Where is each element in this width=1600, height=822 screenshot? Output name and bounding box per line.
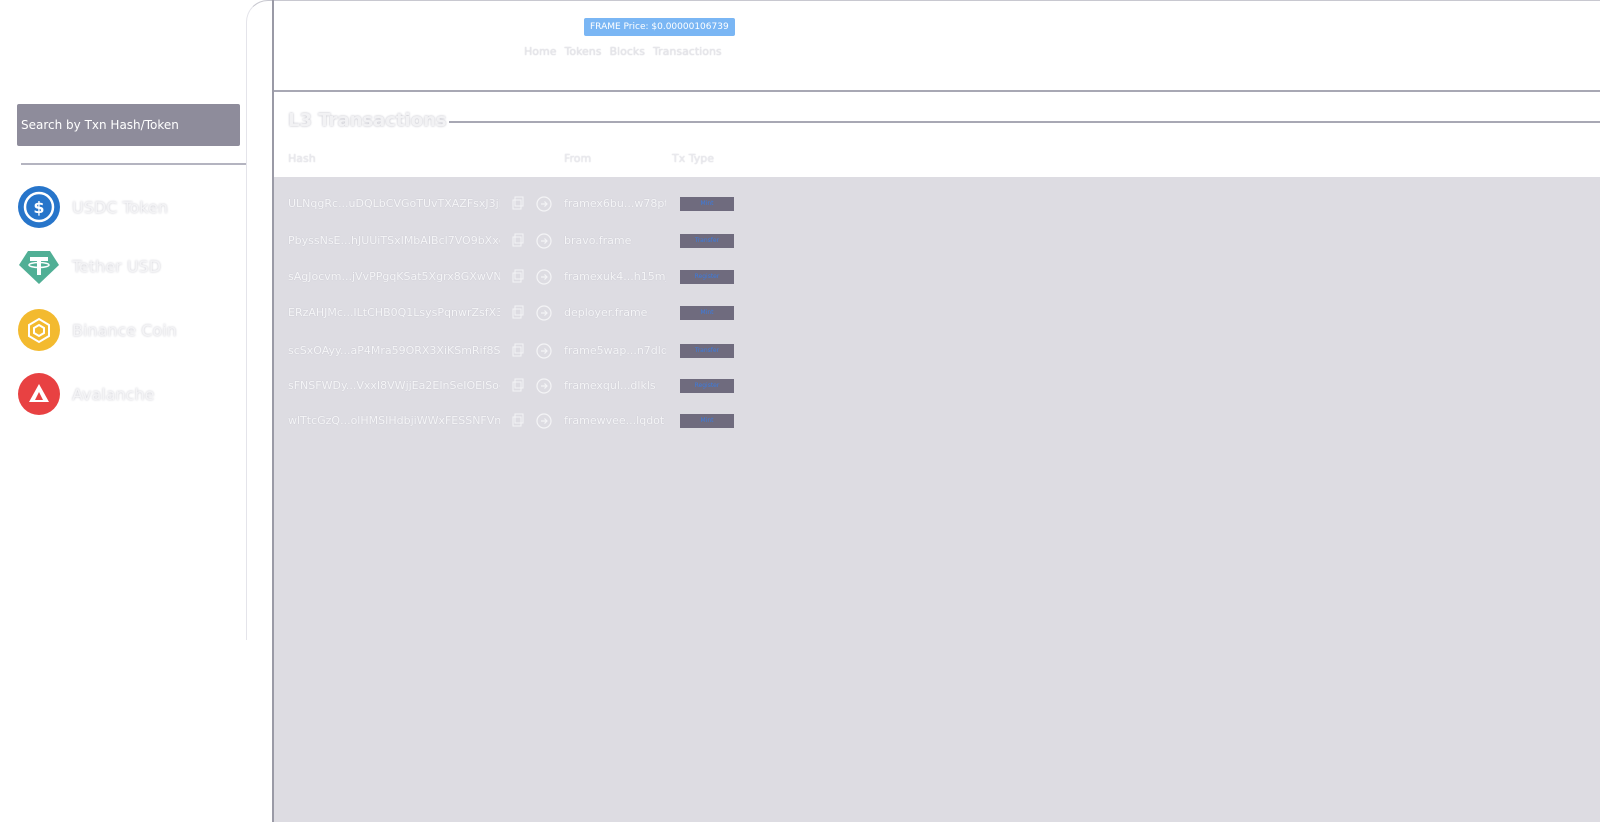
- token-label: Binance Coin: [72, 320, 177, 340]
- sidebar-divider: [21, 163, 246, 165]
- table-row[interactable]: sAgJocvm...jVvPPgqKSat5Xgrx8GXwVNIh fram…: [274, 260, 1600, 296]
- nav-transactions[interactable]: Transactions: [653, 45, 722, 58]
- search-input[interactable]: Search by Txn Hash/Token: [17, 104, 240, 146]
- sidebar: Search by Txn Hash/Token $ USDC Token Te…: [0, 0, 248, 822]
- avalanche-icon: [18, 373, 60, 415]
- header: FRAME Price: $0.00000106739 Home Tokens …: [274, 0, 1600, 92]
- tx-type-badge: Mint: [680, 306, 734, 320]
- tx-hash[interactable]: wlTtcGzQ...olHMSIHdbjiWWxFESSNFVnI: [288, 414, 500, 427]
- svg-text:$: $: [33, 198, 44, 217]
- transactions-table: ULNqgRc...uDQLbCVGoTUvTXAZFsxJ3jI framex…: [274, 177, 1600, 822]
- header-divider: [274, 90, 1600, 92]
- table-row[interactable]: ULNqgRc...uDQLbCVGoTUvTXAZFsxJ3jI framex…: [274, 187, 1600, 223]
- usdc-icon: $: [18, 186, 60, 228]
- column-header-hash: Hash: [288, 152, 316, 165]
- arrow-circle-icon[interactable]: [536, 343, 552, 359]
- nav-blocks[interactable]: Blocks: [610, 45, 645, 58]
- arrow-circle-icon[interactable]: [536, 378, 552, 394]
- title-divider: [449, 121, 1600, 123]
- binance-icon: [18, 309, 60, 351]
- main-panel: FRAME Price: $0.00000106739 Home Tokens …: [272, 0, 1600, 822]
- arrow-circle-icon[interactable]: [536, 196, 552, 212]
- tx-hash[interactable]: sFNSFWDy...VxxI8VWjjEa2EInSeIOElSocp: [288, 379, 500, 392]
- price-badge: FRAME Price: $0.00000106739: [584, 18, 735, 36]
- arrow-circle-icon[interactable]: [536, 233, 552, 249]
- page-title: L3 Transactions: [288, 110, 447, 131]
- tx-hash[interactable]: ULNqgRc...uDQLbCVGoTUvTXAZFsxJ3jI: [288, 197, 500, 210]
- column-header-from: From: [564, 152, 592, 165]
- token-label: Avalanche: [72, 384, 155, 404]
- tx-type-badge: Transfer: [680, 234, 734, 248]
- sidebar-item-tether[interactable]: Tether USD: [18, 244, 238, 288]
- tx-type-badge: Mint: [680, 414, 734, 428]
- token-label: USDC Token: [72, 197, 168, 217]
- tx-hash[interactable]: scSxOAyy...aP4Mra59ORX3XiKSmRif8Sy: [288, 344, 500, 357]
- tx-from[interactable]: framewvee...lqdot: [564, 414, 666, 427]
- copy-icon[interactable]: [512, 269, 524, 283]
- table-row[interactable]: sFNSFWDy...VxxI8VWjjEa2EInSeIOElSocp fra…: [274, 369, 1600, 405]
- nav-bar: Home Tokens Blocks Transactions: [524, 45, 722, 58]
- sidebar-item-avalanche[interactable]: Avalanche: [18, 372, 238, 416]
- app-root: Search by Txn Hash/Token $ USDC Token Te…: [0, 0, 1600, 822]
- tx-type-badge: Mint: [680, 197, 734, 211]
- tx-type-badge: Register: [680, 379, 734, 393]
- tx-hash[interactable]: PbyssNsE...hJUUiTSxIMbAIBcl7VO9bXxg: [288, 234, 500, 247]
- copy-icon[interactable]: [512, 305, 524, 319]
- sidebar-item-usdc[interactable]: $ USDC Token: [18, 185, 238, 229]
- token-label: Tether USD: [72, 256, 162, 276]
- tx-type-badge: Transfer: [680, 344, 734, 358]
- tx-from[interactable]: framex6bu...w78pt: [564, 197, 666, 210]
- tx-from[interactable]: framexuk4...h15mj: [564, 270, 666, 283]
- column-header-tx-type: Tx Type: [672, 152, 714, 165]
- arrow-circle-icon[interactable]: [536, 269, 552, 285]
- tx-hash[interactable]: ERzAHJMc...ILtCHB0Q1LsysPqnwrZsfX3N: [288, 306, 500, 319]
- copy-icon[interactable]: [512, 196, 524, 210]
- copy-icon[interactable]: [512, 233, 524, 247]
- copy-icon[interactable]: [512, 378, 524, 392]
- tx-hash[interactable]: sAgJocvm...jVvPPgqKSat5Xgrx8GXwVNIh: [288, 270, 500, 283]
- table-row[interactable]: ERzAHJMc...ILtCHB0Q1LsysPqnwrZsfX3N depl…: [274, 296, 1600, 332]
- nav-tokens[interactable]: Tokens: [564, 45, 601, 58]
- copy-icon[interactable]: [512, 343, 524, 357]
- table-row[interactable]: PbyssNsE...hJUUiTSxIMbAIBcl7VO9bXxg brav…: [274, 224, 1600, 260]
- copy-icon[interactable]: [512, 413, 524, 427]
- tx-from[interactable]: deployer.frame: [564, 306, 666, 319]
- tx-from[interactable]: frame5wap...n7dld: [564, 344, 666, 357]
- tether-icon: [18, 245, 60, 287]
- arrow-circle-icon[interactable]: [536, 413, 552, 429]
- tx-from[interactable]: bravo.frame: [564, 234, 666, 247]
- sidebar-edge: [246, 0, 272, 640]
- tx-from[interactable]: framexqul...dlkls: [564, 379, 666, 392]
- table-row[interactable]: wlTtcGzQ...olHMSIHdbjiWWxFESSNFVnI frame…: [274, 404, 1600, 440]
- sidebar-item-binance[interactable]: Binance Coin: [18, 308, 238, 352]
- tx-type-badge: Register: [680, 270, 734, 284]
- arrow-circle-icon[interactable]: [536, 305, 552, 321]
- table-row[interactable]: scSxOAyy...aP4Mra59ORX3XiKSmRif8Sy frame…: [274, 334, 1600, 370]
- nav-home[interactable]: Home: [524, 45, 556, 58]
